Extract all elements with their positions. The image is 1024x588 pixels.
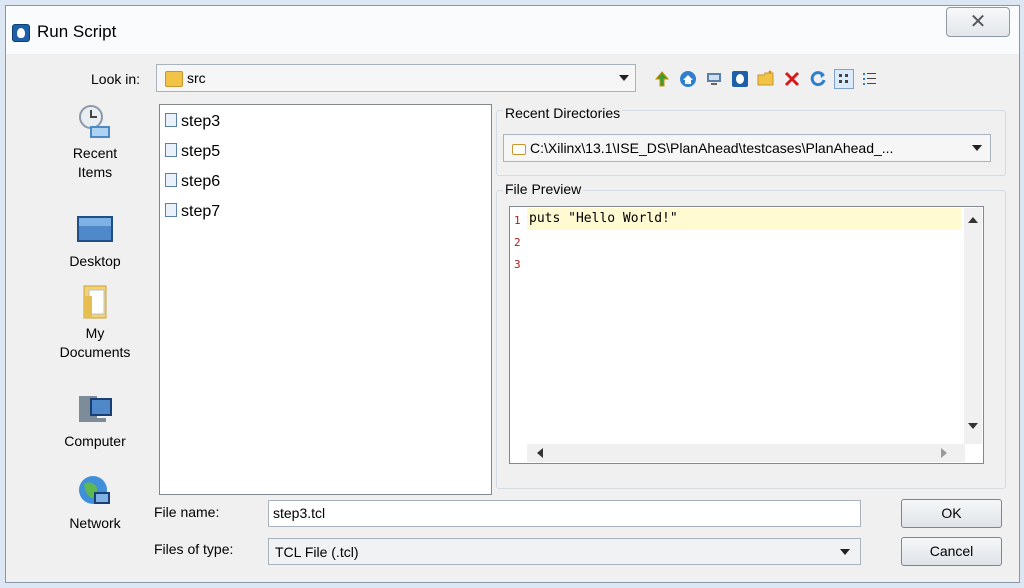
- scroll-up-icon[interactable]: [968, 217, 978, 223]
- place-label: Documents: [59, 344, 131, 360]
- tcl-file-icon: [165, 173, 177, 187]
- look-in-label: Look in:: [91, 71, 141, 87]
- list-item[interactable]: step5: [165, 141, 220, 163]
- place-recent-items[interactable]: Recent Items: [39, 104, 151, 182]
- files-of-type-value: TCL File (.tcl): [275, 544, 359, 560]
- run-script-dialog: Run Script ✕ Look in: src Recent Items D…: [5, 5, 1020, 583]
- details-view-icon[interactable]: [860, 69, 880, 89]
- app-icon: [12, 24, 30, 42]
- place-label: Recent: [72, 145, 118, 161]
- line-number: 2: [514, 236, 521, 249]
- place-desktop[interactable]: Desktop: [39, 212, 151, 271]
- code-line: puts "Hello World!": [529, 211, 678, 226]
- place-label: Items: [77, 164, 113, 180]
- file-preview-pane[interactable]: 1 2 3 puts "Hello World!": [509, 206, 984, 464]
- cancel-button[interactable]: Cancel: [901, 537, 1002, 566]
- project-icon[interactable]: [730, 69, 750, 89]
- line-number: 1: [514, 214, 521, 227]
- file-preview-label: File Preview: [503, 181, 584, 197]
- computer-icon: [76, 392, 114, 428]
- tcl-file-icon: [165, 143, 177, 157]
- ok-button[interactable]: OK: [901, 499, 1002, 528]
- file-name-label: File name:: [154, 504, 220, 520]
- look-in-value: src: [187, 70, 206, 86]
- file-name: step7: [181, 203, 221, 220]
- desktop-icon: [76, 212, 114, 248]
- close-button[interactable]: ✕: [946, 7, 1010, 37]
- recent-directories-label: Recent Directories: [503, 105, 623, 121]
- list-view-icon[interactable]: [834, 69, 854, 89]
- place-label: My: [85, 325, 105, 341]
- recent-directories-combo[interactable]: C:\Xilinx\13.1\ISE_DS\PlanAhead\testcase…: [503, 134, 991, 162]
- list-item[interactable]: step7: [165, 201, 220, 223]
- place-label: Desktop: [69, 253, 121, 269]
- folder-icon: [512, 143, 526, 155]
- window-title: Run Script: [37, 22, 117, 41]
- place-computer[interactable]: Computer: [39, 392, 151, 451]
- desktop-icon[interactable]: [704, 69, 724, 89]
- chevron-down-icon[interactable]: [972, 145, 982, 151]
- scroll-down-icon[interactable]: [968, 423, 978, 429]
- file-name: step5: [181, 143, 221, 160]
- file-name: step3: [181, 113, 221, 130]
- toolbar: [652, 66, 880, 92]
- delete-icon[interactable]: [782, 69, 802, 89]
- refresh-icon[interactable]: [808, 69, 828, 89]
- file-list[interactable]: step3 step5 step6 step7: [159, 104, 492, 495]
- vertical-scrollbar[interactable]: [964, 208, 982, 444]
- tcl-file-icon: [165, 203, 177, 217]
- line-number: 3: [514, 258, 521, 271]
- documents-icon: [76, 284, 114, 320]
- network-icon: [76, 474, 114, 510]
- scroll-left-icon[interactable]: [537, 448, 543, 458]
- list-item[interactable]: step6: [165, 171, 220, 193]
- place-label: Computer: [64, 433, 126, 449]
- chevron-down-icon[interactable]: [619, 75, 629, 81]
- title-bar: Run Script ✕: [6, 6, 1019, 54]
- place-network[interactable]: Network: [39, 474, 151, 533]
- recent-items-icon: [76, 104, 114, 140]
- up-folder-icon[interactable]: [652, 69, 672, 89]
- file-name: step6: [181, 173, 221, 190]
- place-label: Network: [69, 515, 121, 531]
- file-name-field[interactable]: step3.tcl: [268, 500, 861, 527]
- tcl-file-icon: [165, 113, 177, 127]
- folder-icon: [165, 71, 183, 88]
- home-icon[interactable]: [678, 69, 698, 89]
- look-in-combo[interactable]: src: [156, 64, 636, 92]
- scroll-right-icon[interactable]: [941, 448, 947, 458]
- list-item[interactable]: step3: [165, 111, 220, 133]
- new-folder-icon[interactable]: [756, 69, 776, 89]
- horizontal-scrollbar[interactable]: [527, 444, 965, 462]
- places-bar: Recent Items Desktop My Documents Comput…: [39, 104, 151, 574]
- files-of-type-label: Files of type:: [154, 541, 234, 557]
- chevron-down-icon[interactable]: [840, 548, 850, 555]
- recent-directory-value: C:\Xilinx\13.1\ISE_DS\PlanAhead\testcase…: [530, 140, 894, 156]
- files-of-type-combo[interactable]: TCL File (.tcl): [268, 538, 861, 565]
- place-my-documents[interactable]: My Documents: [39, 284, 151, 362]
- line-number-gutter: 1 2 3: [511, 208, 526, 438]
